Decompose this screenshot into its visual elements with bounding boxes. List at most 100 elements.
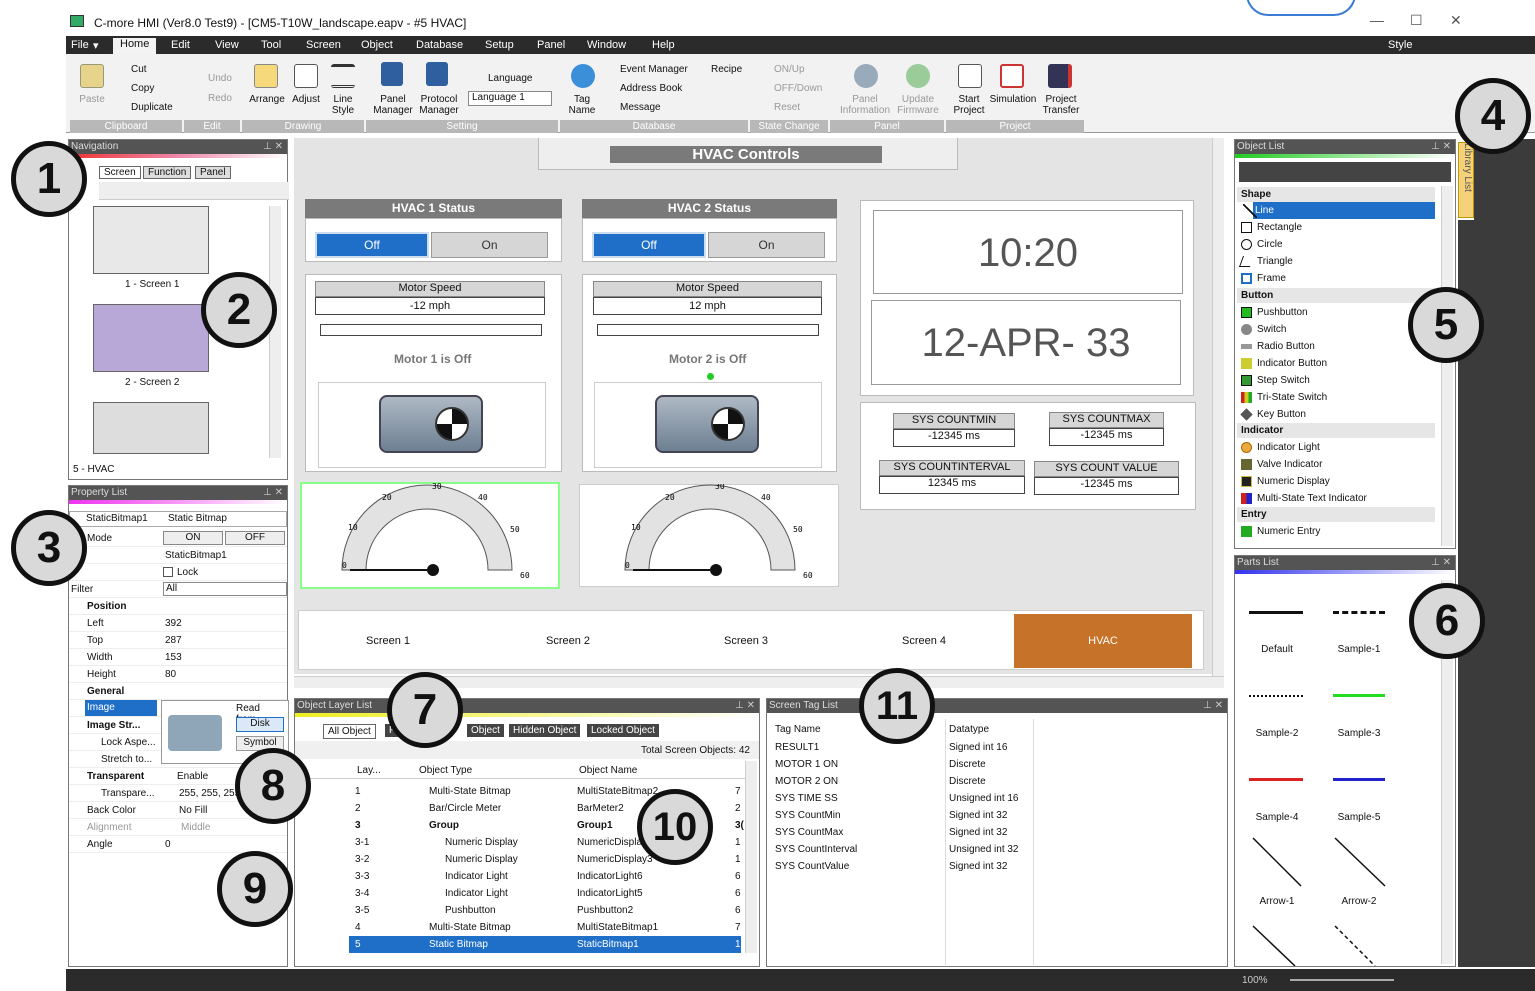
lock-checkbox[interactable] <box>163 567 173 577</box>
protocol-manager-button[interactable]: Protocol Manager <box>416 94 462 116</box>
simulation-icon[interactable] <box>1000 64 1024 88</box>
panel-info-icon[interactable] <box>854 64 878 88</box>
tag-name-button[interactable]: Tag Name <box>566 94 598 116</box>
object-selector[interactable]: StaticBitmap1 Static Bitmap <box>69 511 287 527</box>
object-rectangle[interactable]: Rectangle <box>1239 219 1435 236</box>
panel-manager-icon[interactable] <box>381 62 403 86</box>
arrange-button[interactable]: Arrange <box>246 94 288 105</box>
hvac1-off-button[interactable]: Off <box>315 232 429 258</box>
rotate-handle-icon[interactable] <box>707 373 714 380</box>
copy-button[interactable]: Copy <box>131 83 154 94</box>
col-object-type[interactable]: Object Type <box>419 765 472 776</box>
layer-tab-object[interactable]: Object <box>467 724 504 737</box>
object-circle[interactable]: Circle <box>1239 236 1435 253</box>
object-triangle[interactable]: Triangle <box>1238 253 1435 270</box>
maximize-button[interactable]: ☐ <box>1410 12 1423 29</box>
canvas-vertical-scrollbar[interactable] <box>1212 138 1224 676</box>
menu-object[interactable]: Object <box>361 39 393 51</box>
style-menu[interactable]: Style <box>1388 39 1412 51</box>
object-numeric-display[interactable]: Numeric Display <box>1239 473 1435 490</box>
address-book-button[interactable]: Address Book <box>620 83 682 94</box>
layer-row[interactable]: 3-5 Pushbutton Pushbutton2 6 <box>295 902 755 919</box>
recipe-button[interactable]: Recipe <box>711 64 742 75</box>
nav-screen-3[interactable]: Screen 3 <box>658 614 834 668</box>
part-arrow-2[interactable]: Arrow-2 <box>1329 896 1389 907</box>
object-pushbutton[interactable]: Pushbutton <box>1239 304 1435 321</box>
paste-icon[interactable] <box>80 64 104 88</box>
object-list-scrollbar[interactable] <box>1441 186 1453 546</box>
part-sample2-line[interactable] <box>1249 695 1303 697</box>
hmi-screen-canvas[interactable]: HVAC Controls HVAC 1 Status Off On HVAC … <box>294 138 1212 674</box>
layer-row[interactable]: 3-3 Indicator Light IndicatorLight6 6 <box>295 868 755 885</box>
part-sample-5[interactable]: Sample-5 <box>1329 812 1389 823</box>
update-firmware-button[interactable]: Update Firmware <box>894 94 942 116</box>
tag-col-datatype[interactable]: Datatype <box>949 724 989 735</box>
menu-help[interactable]: Help <box>652 39 675 51</box>
tag-row[interactable]: MOTOR 2 ON <box>775 776 838 787</box>
protocol-manager-icon[interactable] <box>426 62 448 86</box>
line-style-button[interactable]: Line Style <box>326 94 360 116</box>
nav-screen-4[interactable]: Screen 4 <box>834 614 1014 668</box>
prop-top[interactable]: Top 287 <box>69 632 287 649</box>
part-sample5-line[interactable] <box>1333 778 1385 781</box>
prop-height[interactable]: Height 80 <box>69 666 287 683</box>
start-project-icon[interactable] <box>958 64 982 88</box>
event-manager-button[interactable]: Event Manager <box>620 64 688 75</box>
layer-tab-locked[interactable]: Locked Object <box>587 724 659 737</box>
part-sample-3[interactable]: Sample-3 <box>1329 728 1389 739</box>
screen-thumbnail-3[interactable] <box>93 402 209 454</box>
object-indicator-light[interactable]: Indicator Light <box>1239 439 1435 456</box>
zoom-slider[interactable] <box>1290 979 1394 981</box>
arrange-icon[interactable] <box>254 64 278 88</box>
object-radio-button[interactable]: Radio Button <box>1239 338 1435 355</box>
adjust-button[interactable]: Adjust <box>288 94 324 105</box>
menu-panel[interactable]: Panel <box>537 39 565 51</box>
part-default[interactable]: Default <box>1247 644 1307 655</box>
object-multi-state-text[interactable]: Multi-State Text Indicator <box>1239 490 1435 507</box>
layer-row-selected[interactable]: 5 Static Bitmap StaticBitmap1 1 <box>349 936 741 953</box>
message-button[interactable]: Message <box>620 102 661 113</box>
menu-database[interactable]: Database <box>416 39 463 51</box>
object-list-toolbar[interactable] <box>1239 162 1451 182</box>
tab-screen[interactable]: Screen <box>99 166 141 179</box>
screen-thumbnail-2[interactable] <box>93 304 209 372</box>
off-down-button[interactable]: OFF/Down <box>774 83 822 94</box>
menu-home[interactable]: Home <box>113 38 157 54</box>
object-frame[interactable]: Frame <box>1239 270 1435 287</box>
close-button[interactable]: ✕ <box>1450 12 1462 29</box>
simulation-button[interactable]: Simulation <box>986 94 1040 105</box>
reset-button[interactable]: Reset <box>774 102 800 113</box>
panel-information-button[interactable]: Panel Information <box>836 94 894 116</box>
redo-button[interactable]: Redo <box>208 93 232 104</box>
part-sample-1[interactable]: Sample-1 <box>1329 644 1389 655</box>
part-sample1-line[interactable] <box>1333 611 1385 614</box>
object-tri-state-switch[interactable]: Tri-State Switch <box>1239 389 1435 406</box>
layer-scrollbar[interactable] <box>745 761 757 953</box>
tab-function[interactable]: Function <box>143 166 192 179</box>
tab-panel[interactable]: Panel <box>195 166 231 179</box>
part-sample3-line[interactable] <box>1333 694 1385 697</box>
chevron-down-icon[interactable]: ▾ <box>93 39 99 52</box>
object-step-switch[interactable]: Step Switch <box>1239 372 1435 389</box>
object-key-button[interactable]: Key Button <box>1239 406 1435 423</box>
language-button[interactable]: Language <box>488 73 533 84</box>
screen-label-1[interactable]: 1 - Screen 1 <box>125 279 179 290</box>
panel-manager-button[interactable]: Panel Manager <box>370 94 416 116</box>
tag-col-name[interactable]: Tag Name <box>775 724 821 735</box>
part-default-line[interactable] <box>1249 611 1303 614</box>
screen-label-2[interactable]: 2 - Screen 2 <box>125 377 179 388</box>
layer-row[interactable]: 4 Multi-State Bitmap MultiStateBitmap1 7 <box>295 919 755 936</box>
menu-window[interactable]: Window <box>587 39 626 51</box>
motor2-image-selected[interactable] <box>594 373 822 468</box>
object-switch[interactable]: Switch <box>1239 321 1435 338</box>
object-valve-indicator[interactable]: Valve Indicator <box>1239 456 1435 473</box>
disk-button[interactable]: Disk <box>236 717 284 732</box>
col-layer[interactable]: Lay... <box>357 765 381 776</box>
prop-left[interactable]: Left 392 <box>69 615 287 632</box>
part-arrow-1[interactable]: Arrow-1 <box>1247 896 1307 907</box>
paste-button[interactable]: Paste <box>76 94 108 105</box>
tag-row[interactable]: SYS TIME SS <box>775 793 838 804</box>
language-select[interactable]: Language 1 <box>468 91 552 106</box>
tag-row[interactable]: SYS CountMax <box>775 827 843 838</box>
layer-tab-hidden[interactable]: Hidden Object <box>509 724 581 737</box>
